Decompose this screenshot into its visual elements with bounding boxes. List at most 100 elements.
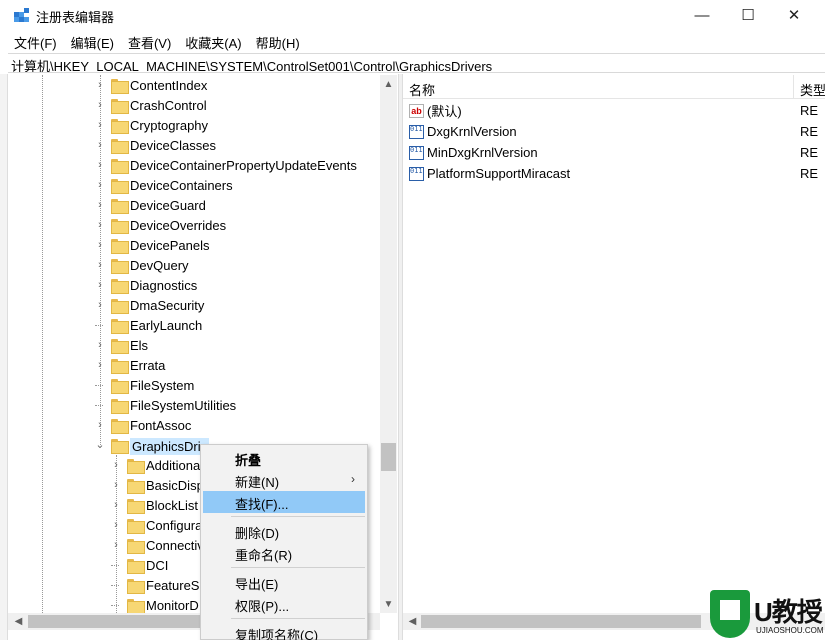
menu-item-new-label: 新建(N) — [235, 475, 280, 490]
menu-item-export[interactable]: 导出(E) — [203, 571, 365, 593]
folder-icon — [111, 399, 129, 414]
tree-item-label: BasicDisp — [146, 478, 204, 493]
tree-item-label: DeviceGuard — [130, 198, 206, 213]
menu-item-rename[interactable]: 重命名(R) — [203, 542, 365, 564]
scroll-left-icon[interactable]: ◀ — [404, 613, 421, 630]
folder-icon — [111, 419, 129, 434]
menu-view[interactable]: 查看(V) — [121, 30, 178, 52]
chevron-right-icon[interactable]: › — [111, 500, 121, 511]
folder-icon — [111, 239, 129, 254]
minimize-button[interactable]: — — [679, 0, 725, 30]
menu-item-new[interactable]: 新建(N) › — [203, 469, 365, 491]
value-row[interactable]: ab (默认) — [409, 100, 462, 121]
chevron-right-icon[interactable]: › — [95, 80, 105, 91]
scroll-up-icon[interactable]: ▲ — [380, 76, 397, 93]
menu-item-copy-key-name[interactable]: 复制项名称(C) — [203, 622, 365, 640]
menu-favorites[interactable]: 收藏夹(A) — [178, 30, 248, 52]
tree-item-label: Errata — [130, 358, 166, 373]
chevron-right-icon[interactable]: › — [111, 540, 121, 551]
menu-file[interactable]: 文件(F) — [0, 30, 64, 52]
tree-item-label: BlockList — [146, 498, 199, 513]
chevron-right-icon[interactable]: › — [111, 520, 121, 531]
values-hscroll-thumb[interactable] — [421, 615, 701, 628]
menu-separator — [231, 618, 365, 619]
registry-editor-icon — [14, 8, 29, 22]
folder-icon — [111, 119, 129, 134]
folder-icon — [127, 559, 145, 574]
tree-item-label: FeatureSe — [146, 578, 207, 593]
tree-item-label: Additiona — [146, 458, 201, 473]
menu-item-permissions[interactable]: 权限(P)... — [203, 593, 365, 615]
tree-item-label: DeviceContainerPropertyUpdateEvents — [130, 158, 357, 173]
binary-value-icon: 011 110 — [409, 124, 424, 139]
tree-scroll-thumb[interactable] — [381, 443, 396, 471]
tree-vertical-scrollbar[interactable] — [380, 75, 397, 613]
tree-item-label: DeviceOverrides — [130, 218, 227, 233]
tree-guide-line — [42, 75, 43, 613]
value-row[interactable]: 011 110PlatformSupportMiracast — [409, 163, 570, 184]
folder-icon — [127, 499, 145, 514]
scroll-down-icon[interactable]: ▼ — [380, 596, 397, 613]
address-bar[interactable]: 计算机\HKEY_LOCAL_MACHINE\SYSTEM\ControlSet… — [8, 53, 825, 73]
menu-item-delete[interactable]: 删除(D) — [203, 520, 365, 542]
string-value-icon: ab — [409, 103, 424, 118]
column-header-type[interactable]: 类型 — [794, 75, 825, 99]
chevron-right-icon[interactable]: › — [95, 420, 105, 431]
tree-item-label: DCI — [146, 558, 169, 573]
folder-icon — [111, 179, 129, 194]
chevron-right-icon[interactable]: › — [95, 280, 105, 291]
tree-item-label: Cryptography — [130, 118, 209, 133]
folder-icon — [127, 539, 145, 554]
close-button[interactable]: ✕ — [771, 0, 817, 30]
chevron-right-icon[interactable]: › — [95, 340, 105, 351]
chevron-right-icon[interactable]: › — [95, 100, 105, 111]
chevron-right-icon[interactable]: › — [111, 480, 121, 491]
folder-icon — [111, 339, 129, 354]
submenu-arrow-icon: › — [351, 472, 355, 486]
tree-leaf-connector — [111, 580, 119, 586]
chevron-right-icon[interactable]: › — [95, 240, 105, 251]
tree-item-label: FileSystemUtilities — [130, 398, 237, 413]
value-type: RE — [800, 103, 819, 118]
chevron-right-icon[interactable]: › — [95, 360, 105, 371]
folder-icon — [127, 479, 145, 494]
window-title: 注册表编辑器 — [36, 10, 115, 25]
chevron-right-icon[interactable]: › — [95, 160, 105, 171]
chevron-right-icon[interactable]: › — [95, 120, 105, 131]
tree-item-label: FontAssoc — [130, 418, 192, 433]
value-type: RE — [800, 166, 819, 181]
chevron-right-icon[interactable]: › — [111, 460, 121, 471]
folder-icon — [111, 359, 129, 374]
value-name: MinDxgKrnlVersion — [427, 145, 538, 160]
menu-bar: 文件(F) 编辑(E) 查看(V) 收藏夹(A) 帮助(H) — [0, 30, 825, 52]
tree-item-label: CrashControl — [130, 98, 207, 113]
value-row[interactable]: 011 110MinDxgKrnlVersion — [409, 142, 538, 163]
tree-item-label: Els — [130, 338, 149, 353]
menu-help[interactable]: 帮助(H) — [249, 30, 307, 52]
tree-item-label: FileSystem — [130, 378, 195, 393]
tree-item-label: GraphicsDriv — [130, 438, 210, 455]
chevron-right-icon[interactable]: › — [95, 200, 105, 211]
folder-icon — [111, 279, 129, 294]
title-bar[interactable]: 注册表编辑器 — ☐ ✕ — [0, 0, 825, 30]
chevron-right-icon[interactable]: › — [95, 140, 105, 151]
tree-hscroll-thumb[interactable] — [28, 615, 200, 628]
chevron-right-icon[interactable]: › — [95, 260, 105, 271]
values-list[interactable]: 名称 类型 ab(默认) RE 011 110DxgKrnlVersion RE 011… — [403, 75, 825, 613]
watermark-logo: U教授 UJIAOSHOU.COM — [706, 588, 825, 640]
tree-item-label: EarlyLaunch — [130, 318, 203, 333]
chevron-right-icon[interactable]: › — [95, 220, 105, 231]
binary-value-icon: 011 110 — [409, 166, 424, 181]
tree-leaf-connector — [111, 560, 119, 566]
scroll-left-icon[interactable]: ◀ — [10, 613, 27, 630]
menu-item-collapse[interactable]: 折叠 — [203, 447, 365, 469]
menu-edit[interactable]: 编辑(E) — [64, 30, 121, 52]
value-row[interactable]: 011 110DxgKrnlVersion — [409, 121, 517, 142]
chevron-right-icon[interactable]: › — [95, 300, 105, 311]
menu-item-find[interactable]: 查找(F)... — [203, 491, 365, 513]
chevron-right-icon[interactable]: › — [95, 180, 105, 191]
tree-item-label: MonitorD — [146, 598, 199, 613]
maximize-button[interactable]: ☐ — [725, 0, 771, 30]
chevron-down-icon[interactable]: ⌄ — [95, 440, 105, 451]
column-header-name[interactable]: 名称 — [403, 75, 793, 99]
